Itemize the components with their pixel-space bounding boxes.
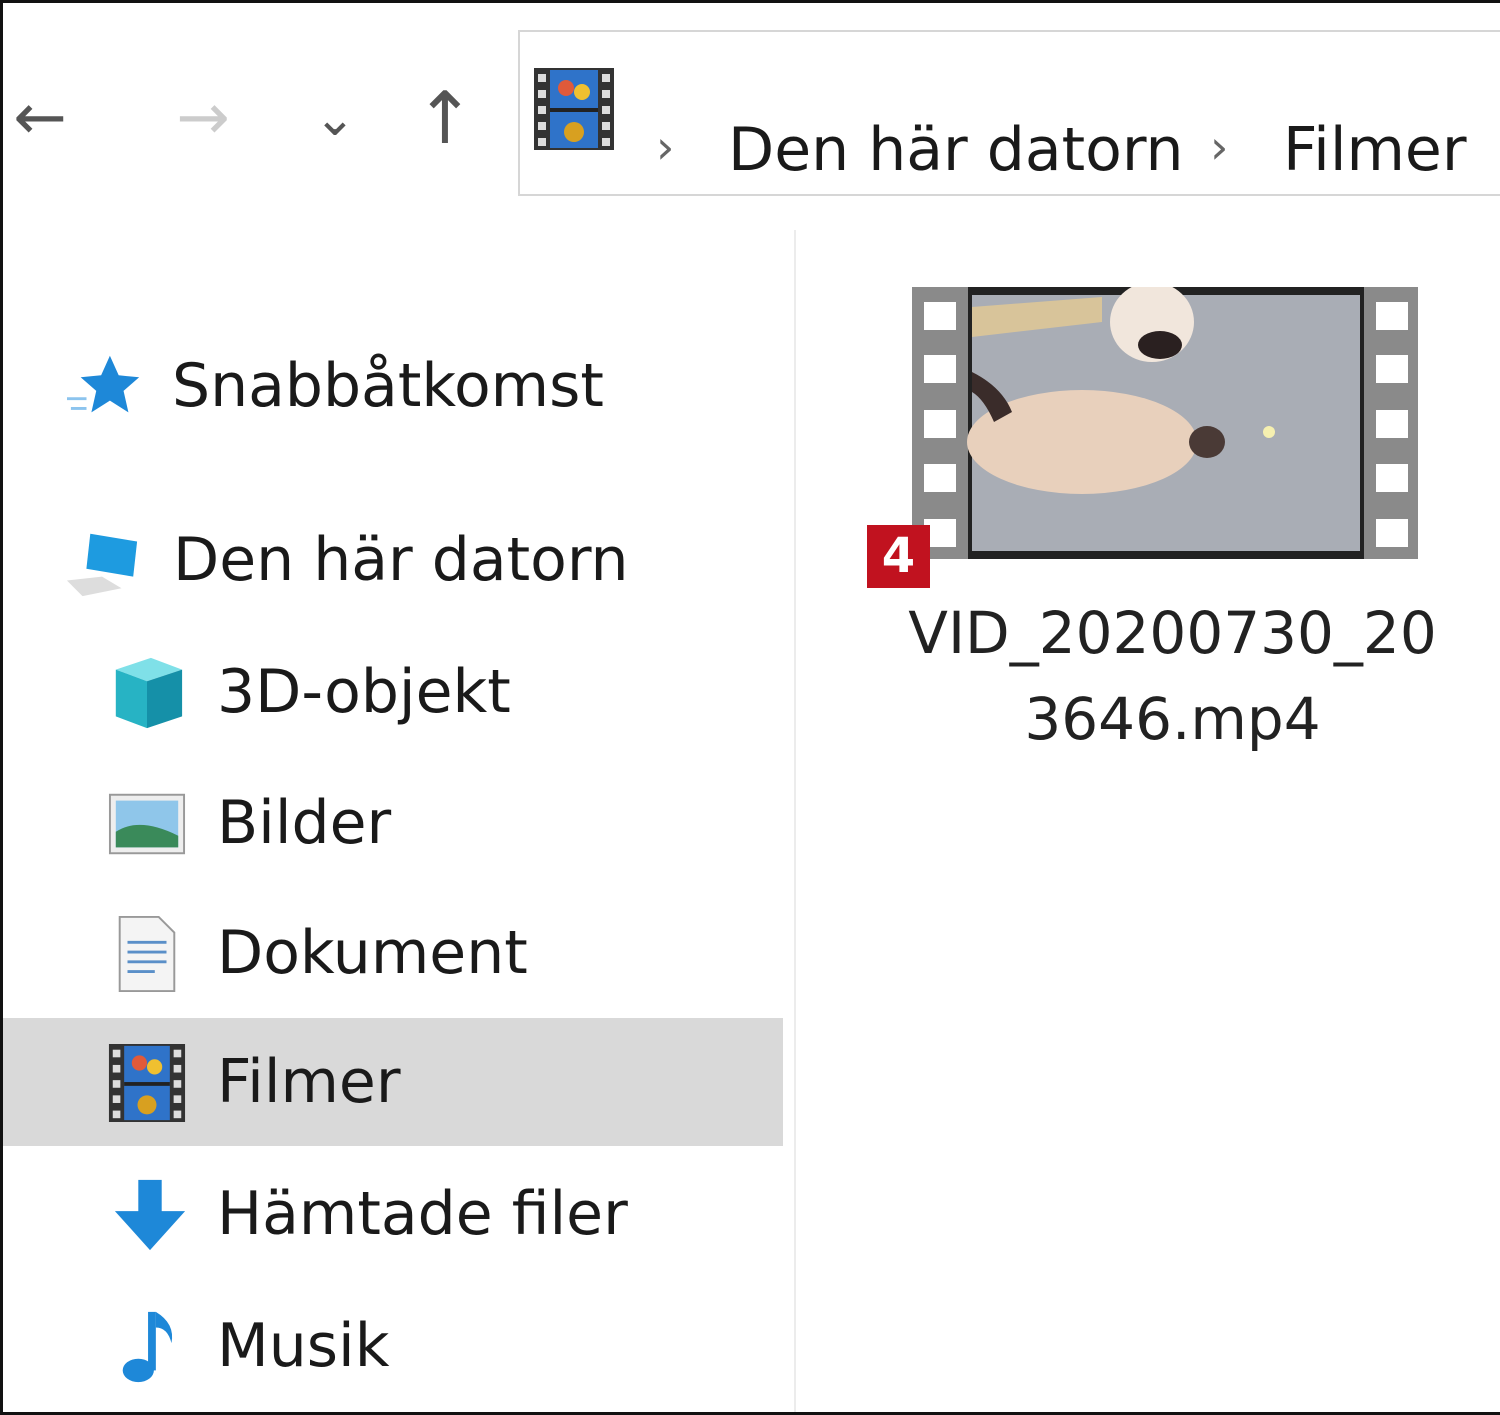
sidebar-item-label: Dokument <box>217 918 528 988</box>
sidebar-item-den-har-datorn[interactable]: Den här datorn <box>3 496 783 624</box>
sidebar-item-bilder[interactable]: Bilder <box>3 759 783 887</box>
file-name-line-1: VID_20200730_20 <box>908 599 1437 667</box>
sidebar-item-musik[interactable]: Musik <box>3 1282 783 1410</box>
recent-locations-button[interactable]: ⌄ <box>295 78 375 158</box>
address-bar[interactable]: › Den här datorn › Filmer <box>518 30 1500 196</box>
forward-button[interactable]: → <box>163 78 243 158</box>
film-icon <box>534 68 614 150</box>
sidebar-item-label: 3D-objekt <box>217 657 511 727</box>
sidebar-item-label: Den här datorn <box>173 525 629 595</box>
film-icon <box>108 1044 186 1122</box>
video-thumbnail <box>912 282 1418 559</box>
star-icon <box>67 348 145 426</box>
file-name-line-2: 3646.mp4 <box>1024 685 1321 753</box>
sidebar-item-label: Musik <box>217 1311 390 1381</box>
sidebar-item-snabbatkomst[interactable]: Snabbåtkomst <box>3 322 783 450</box>
file-item-video[interactable]: 4 VID_20200730_20 3646.mp4 <box>860 280 1460 760</box>
sidebar-item-label: Snabbåtkomst <box>172 351 604 421</box>
breadcrumb-den-har-datorn[interactable]: Den här datorn <box>728 110 1183 190</box>
cube-icon <box>108 654 186 732</box>
sidebar-item-hamtade-filer[interactable]: Hämtade filer <box>3 1150 783 1278</box>
up-button[interactable]: ↑ <box>405 78 485 158</box>
breadcrumb-filmer[interactable]: Filmer <box>1283 110 1467 190</box>
step-badge: 4 <box>867 525 930 588</box>
document-icon <box>108 915 186 993</box>
back-button[interactable]: ← <box>0 78 80 158</box>
sidebar-item-3d-objekt[interactable]: 3D-objekt <box>3 628 783 756</box>
sidebar-item-filmer[interactable]: Filmer <box>3 1018 783 1146</box>
pictures-icon <box>108 785 186 863</box>
download-icon <box>111 1176 189 1254</box>
breadcrumb-separator[interactable]: › <box>1210 112 1228 182</box>
file-name: VID_20200730_20 3646.mp4 <box>860 590 1485 762</box>
computer-icon <box>63 522 141 600</box>
breadcrumb-separator[interactable]: › <box>656 112 674 182</box>
music-icon <box>111 1308 189 1386</box>
sidebar-item-label: Hämtade filer <box>217 1179 628 1249</box>
sidebar-item-dokument[interactable]: Dokument <box>3 889 783 1017</box>
sidebar-item-label: Filmer <box>217 1047 401 1117</box>
sidebar-item-label: Bilder <box>217 788 392 858</box>
pane-divider[interactable] <box>794 230 796 1415</box>
